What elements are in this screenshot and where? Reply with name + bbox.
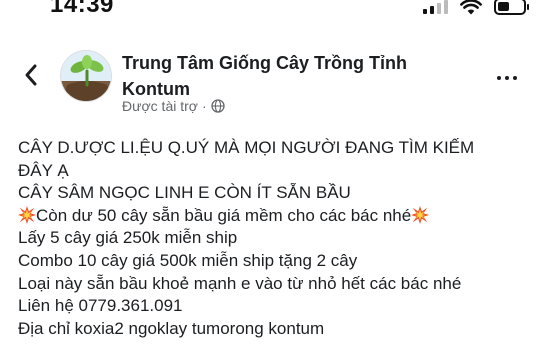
phone-contact-line[interactable]: Liên hệ 0779.361.091 (18, 295, 528, 318)
more-horizontal-icon (497, 76, 501, 80)
post-line: Lấy 5 cây giá 250k miễn ship (18, 228, 238, 248)
post-line: ĐÂY Ạ (18, 160, 69, 180)
status-time: 14:39 (50, 0, 114, 18)
collision-burst-emoji-icon (411, 205, 430, 224)
post-header: Trung Tâm Giống Cây Trồng Tỉnh Kontum Đư… (0, 40, 540, 120)
battery-icon (494, 0, 529, 15)
separator-dot: · (201, 98, 207, 114)
status-bar: 14:39 (0, 0, 540, 22)
page-name[interactable]: Trung Tâm Giống Cây Trồng Tỉnh Kontum (122, 50, 452, 102)
post-line-text: Còn dư 50 cây sẵn bầu giá mềm cho các bá… (36, 205, 412, 225)
post-text: CÂY D.ƯỢC LI.ỆU Q.UÝ MÀ MỌI NGƯỜI ĐANG T… (18, 137, 528, 340)
sponsored-row: Được tài trợ · (122, 98, 225, 114)
sponsored-label: Được tài trợ (122, 98, 198, 114)
collision-burst-emoji-icon (18, 205, 36, 224)
cellular-signal-icon (423, 0, 448, 14)
address-line: Địa chỉ koxia2 ngoklay tumorong kontum (18, 318, 325, 338)
wifi-icon (460, 0, 482, 14)
status-icons (423, 0, 529, 16)
seedling-logo-icon (61, 51, 111, 101)
post-line-with-emoji: Còn dư 50 cây sẵn bầu giá mềm cho các bá… (18, 205, 528, 228)
back-button[interactable] (16, 60, 46, 90)
chevron-left-icon (25, 64, 37, 86)
post-line: CÂY D.ƯỢC LI.ỆU Q.UÝ MÀ MỌI NGƯỜI ĐANG T… (18, 138, 475, 157)
page-avatar[interactable] (60, 50, 112, 102)
post-line: Loại này sẵn bầu khoẻ mạnh e vào từ nhỏ … (18, 273, 462, 293)
globe-icon (210, 99, 225, 113)
post-line: Combo 10 cây giá 500k miễn ship tặng 2 c… (18, 250, 358, 270)
more-options-button[interactable] (492, 68, 522, 88)
post-line: CÂY SÂM NGỌC LINH E CÒN ÍT SẴN BẦU (18, 183, 351, 203)
